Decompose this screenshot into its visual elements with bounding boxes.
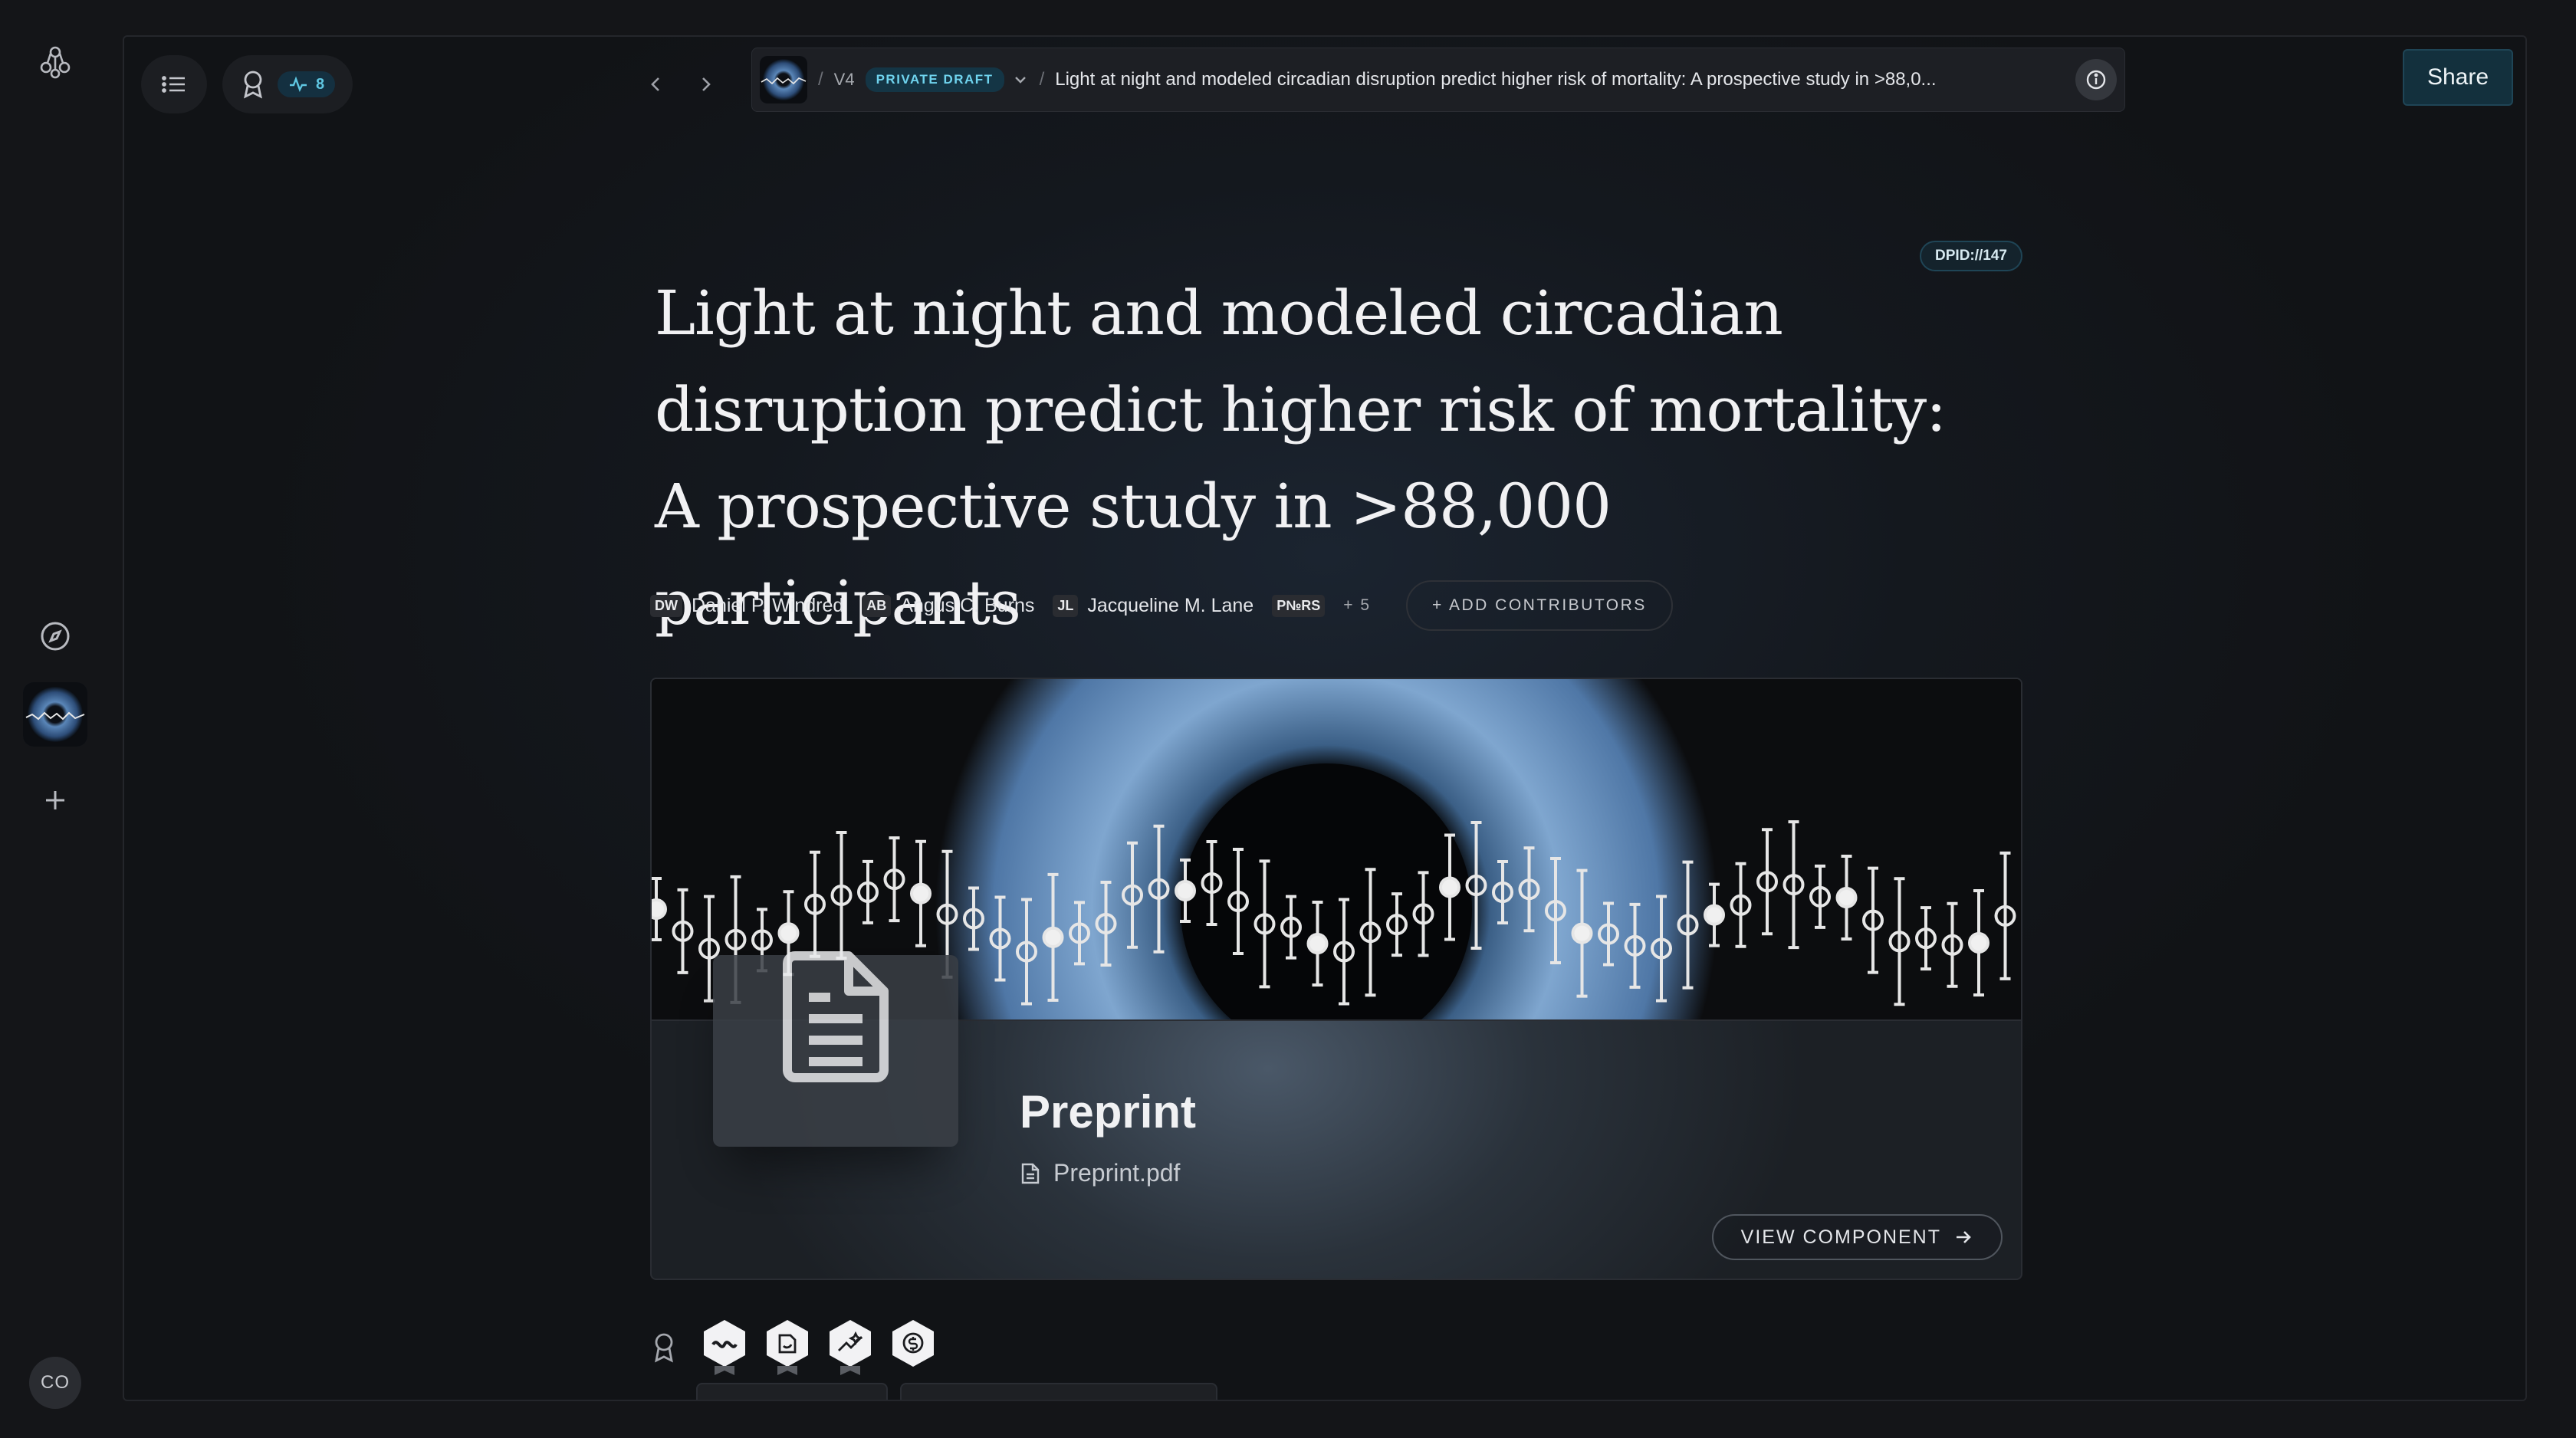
tab-placeholder[interactable] [696, 1383, 888, 1400]
award-ribbon-icon [244, 71, 262, 99]
component-title[interactable]: Preprint [1020, 1085, 1196, 1138]
sparkle-badge-icon[interactable] [826, 1318, 874, 1377]
breadcrumb-separator: / [1039, 69, 1045, 90]
author-initials: JL [1053, 594, 1079, 617]
badges-row [650, 1318, 937, 1377]
breadcrumb-title[interactable]: Light at night and modeled circadian dis… [1055, 69, 2065, 90]
more-authors-count[interactable]: + 5 [1343, 596, 1371, 615]
project-avatar[interactable] [23, 682, 87, 747]
share-button[interactable]: Share [2403, 49, 2513, 106]
add-project-icon[interactable] [21, 767, 89, 834]
menu-button[interactable] [141, 55, 207, 113]
refresh-doc-badge-icon[interactable] [764, 1318, 811, 1377]
explore-compass-icon[interactable] [21, 602, 89, 670]
info-icon [2086, 70, 2106, 90]
user-avatar[interactable]: CO [29, 1357, 81, 1409]
file-name: Preprint.pdf [1053, 1159, 1181, 1187]
activity-pulse-icon [290, 76, 307, 93]
component-card[interactable]: Preprint Preprint.pdf VIEW COMPONENT [650, 678, 2022, 1280]
author-name: Daniel P. Windred [692, 594, 844, 616]
breadcrumb: / V4 PRIVATE DRAFT / Light at night and … [751, 48, 2125, 112]
author-name: Angus C. Burns [900, 594, 1035, 616]
back-arrow-icon[interactable] [638, 66, 675, 103]
main-frame: 8 / V4 PRIVATE DRAFT / Light at night an… [123, 35, 2527, 1401]
forward-arrow-icon[interactable] [687, 66, 724, 103]
document-icon [783, 950, 889, 1082]
author-item[interactable]: AB Angus C. Burns [862, 594, 1035, 617]
view-component-button[interactable]: VIEW COMPONENT [1711, 1214, 2003, 1260]
stacked-author-initials[interactable]: P№RS [1272, 594, 1326, 617]
breadcrumb-separator: / [818, 69, 823, 90]
activity-count: 8 [316, 75, 325, 93]
author-initials: DW [650, 594, 682, 617]
project-thumbnail[interactable] [760, 56, 807, 103]
badges-activity-pill[interactable]: 8 [222, 55, 353, 113]
component-file[interactable]: Preprint.pdf [1020, 1159, 1180, 1187]
view-component-label: VIEW COMPONENT [1740, 1226, 1941, 1248]
status-badge[interactable]: PRIVATE DRAFT [865, 67, 1004, 92]
activity-badge[interactable]: 8 [278, 71, 336, 97]
author-initials: AB [862, 594, 892, 617]
file-icon [1021, 1163, 1040, 1184]
list-menu-icon [162, 76, 185, 93]
award-ribbon-icon [655, 1333, 673, 1363]
component-icon-box [713, 950, 958, 1147]
add-contributors-button[interactable]: + ADD CONTRIBUTORS [1406, 580, 1673, 631]
author-name: Jacqueline M. Lane [1087, 594, 1254, 616]
author-item[interactable]: DW Daniel P. Windred [650, 594, 844, 617]
dollar-badge-icon[interactable] [889, 1318, 937, 1377]
arrow-right-icon [1957, 1231, 1971, 1243]
author-list: DW Daniel P. Windred AB Angus C. Burns J… [650, 579, 1673, 632]
left-rail: CO [0, 0, 123, 1438]
logo-icon[interactable] [21, 28, 89, 95]
wave-badge-icon[interactable] [701, 1318, 748, 1377]
version-label[interactable]: V4 [834, 70, 855, 90]
chevron-down-icon[interactable] [1012, 71, 1029, 88]
tab-placeholder[interactable] [900, 1383, 1217, 1400]
author-item[interactable]: JL Jacqueline M. Lane [1053, 594, 1254, 617]
info-button[interactable] [2075, 59, 2117, 100]
